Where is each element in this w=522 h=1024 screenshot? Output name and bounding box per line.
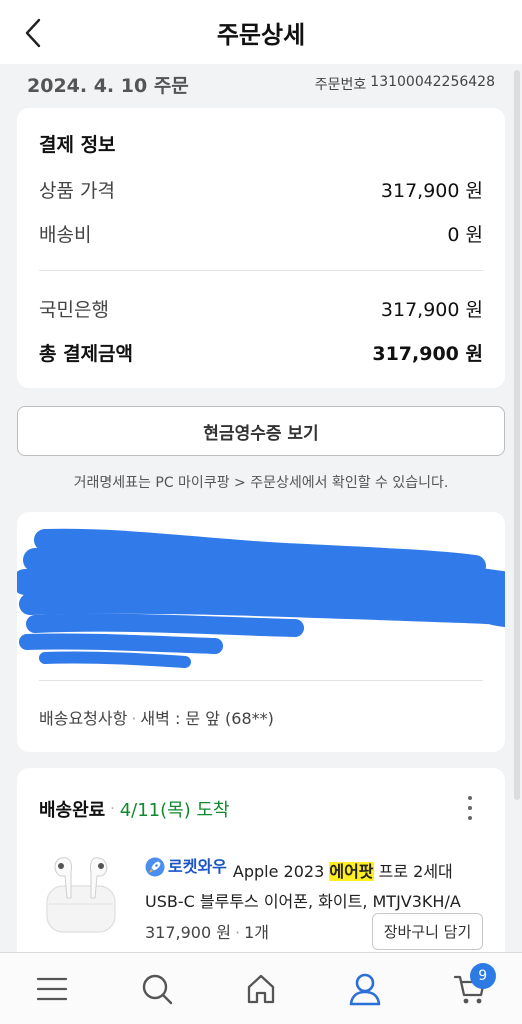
order-number: 주문번호 13100042256428	[315, 74, 495, 94]
redaction-scribble	[17, 528, 505, 668]
rocket-icon	[145, 857, 165, 877]
chevron-left-icon[interactable]	[18, 16, 48, 50]
order-number-value: 13100042256428	[370, 74, 495, 90]
menu-icon[interactable]	[22, 959, 82, 1019]
payment-divider	[39, 270, 483, 271]
rocket-wow-badge: 로켓와우	[145, 852, 227, 882]
shipping-fee-row: 배송비 0 원	[39, 220, 483, 247]
page-title: 주문상세	[216, 20, 306, 49]
delivery-request-label: 배송요청사항	[39, 709, 128, 728]
add-to-cart-button[interactable]: 장바구니 담기	[372, 913, 483, 950]
rocket-wow-label: 로켓와우	[168, 857, 227, 876]
price-line: 317,900 원 · 1개	[145, 923, 269, 942]
shipping-fee-label: 배송비	[39, 224, 92, 246]
order-date: 2024. 4. 10 주문	[27, 74, 189, 97]
product-title-before: Apple 2023	[232, 862, 325, 881]
cash-receipt-button[interactable]: 현금영수증 보기	[17, 406, 505, 456]
total-payment-row: 총 결제금액 317,900 원	[39, 339, 483, 366]
search-icon[interactable]	[127, 959, 187, 1019]
payment-method-value: 317,900 원	[380, 299, 483, 321]
payment-method-row: 국민은행 317,900 원	[39, 295, 483, 322]
cart-count-badge: 9	[469, 962, 496, 989]
product-price: 317,900 원	[145, 923, 231, 942]
payment-method-label: 국민은행	[39, 299, 109, 321]
shipment-card: 배송완료 · 4/11(목) 도착 로켓와우 Apple 2023 에어팟 프로…	[17, 768, 505, 978]
payment-info-title: 결제 정보	[39, 134, 116, 156]
order-number-label: 주문번호	[314, 77, 367, 93]
payment-info-card: 결제 정보 상품 가격 317,900 원 배송비 0 원 국민은행 317,9…	[17, 108, 505, 388]
product-price-label: 상품 가격	[39, 180, 115, 202]
total-payment-label: 총 결제금액	[39, 343, 134, 365]
arrival-date: 4/11(목) 도착	[119, 800, 230, 821]
top-bar: 주문상세	[0, 0, 522, 64]
shipping-address-card: 배송요청사항 · 새벽 : 문 앞 (68**)	[17, 512, 505, 752]
shipment-status: 배송완료 · 4/11(목) 도착	[39, 796, 230, 822]
shipment-status-label: 배송완료	[39, 800, 106, 821]
product-title-highlight: 에어팟	[329, 862, 374, 881]
product-title[interactable]: 로켓와우 Apple 2023 에어팟 프로 2세대 USB-C 블루투스 이어…	[145, 852, 495, 917]
cart-icon[interactable]: 9	[440, 959, 500, 1019]
statement-notice: 거래명세표는 PC 마이쿠팡 > 주문상세에서 확인할 수 있습니다.	[73, 475, 449, 491]
scrollbar[interactable]	[514, 70, 520, 800]
total-payment-value: 317,900 원	[372, 343, 483, 365]
bottom-navigation: 9	[0, 952, 522, 1024]
product-image[interactable]	[43, 848, 119, 936]
delivery-request-value: 새벽 : 문 앞 (68**)	[140, 709, 274, 728]
delivery-request: 배송요청사항 · 새벽 : 문 앞 (68**)	[39, 709, 274, 728]
product-quantity: 1개	[244, 923, 269, 942]
product-price-value: 317,900 원	[380, 180, 483, 202]
product-price-row: 상품 가격 317,900 원	[39, 176, 483, 203]
order-meta: 2024. 4. 10 주문 주문번호 13100042256428	[0, 64, 522, 104]
address-divider	[39, 680, 483, 681]
more-options-icon[interactable]	[463, 796, 477, 820]
user-icon[interactable]	[335, 959, 395, 1019]
shipping-fee-value: 0 원	[447, 224, 483, 246]
home-icon[interactable]	[231, 959, 291, 1019]
